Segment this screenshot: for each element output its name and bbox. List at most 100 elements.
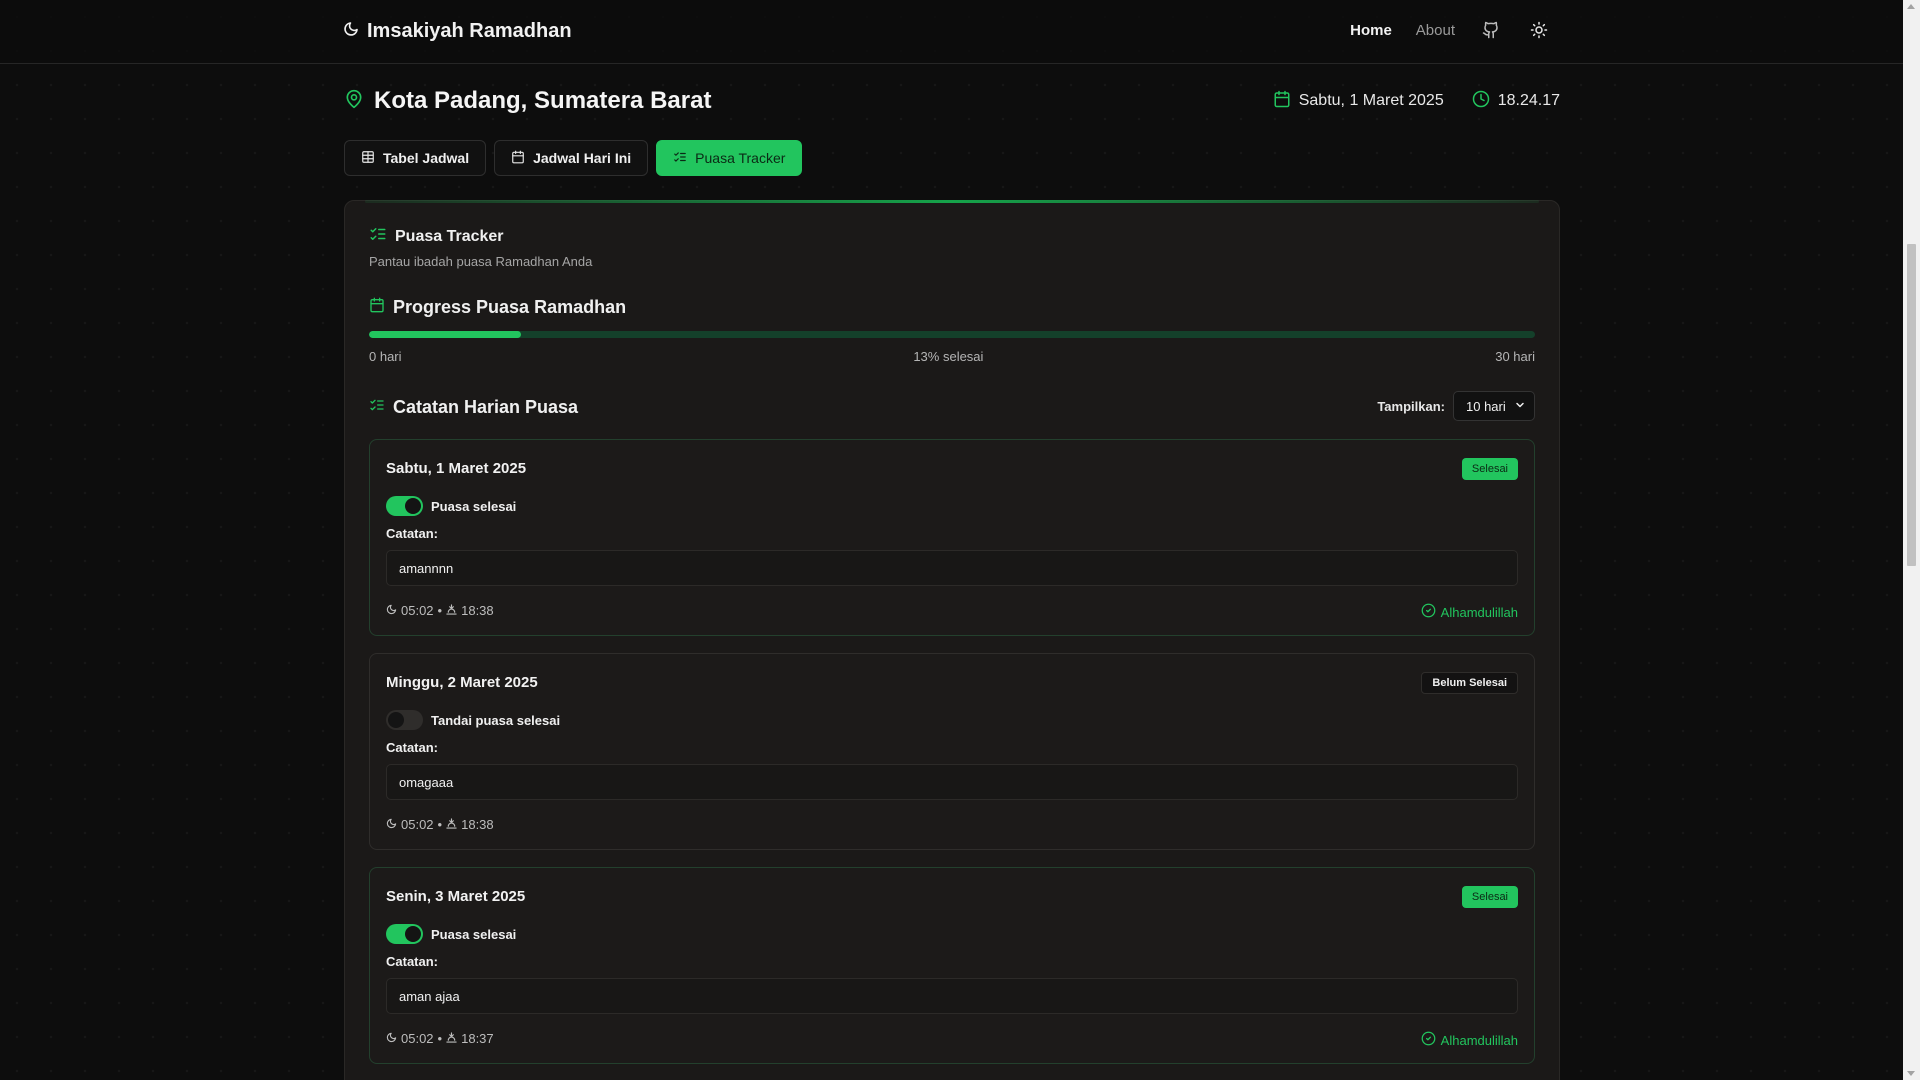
notes-input[interactable] (386, 550, 1518, 586)
calendar-icon (369, 297, 385, 318)
progress-header: Progress Puasa Ramadhan (369, 297, 626, 318)
fasting-toggle-row[interactable]: Puasa selesai (386, 924, 516, 944)
sunset-icon (446, 603, 457, 618)
scroll-up-arrow-icon[interactable] (1907, 4, 1915, 9)
sun-icon[interactable] (1527, 18, 1551, 42)
location-row: Kota Padang, Sumatera Barat Sabtu, 1 Mar… (344, 86, 1560, 116)
alhamdulillah-label: Alhamdulillah (1440, 604, 1518, 620)
show-days-control: Tampilkan: 10 hari (1377, 391, 1535, 421)
daily-entry-card: Senin, 3 Maret 2025 Selesai Puasa selesa… (369, 867, 1535, 1064)
github-icon[interactable] (1479, 18, 1503, 42)
notes-label: Catatan: (386, 740, 439, 755)
separator: • (437, 603, 443, 618)
separator: • (437, 1031, 443, 1046)
moon-icon (386, 817, 397, 832)
progress-labels: 0 hari 13% selesai 30 hari (369, 349, 1535, 364)
moon-icon (386, 1031, 397, 1046)
imsak-time: 05:02 (401, 817, 434, 832)
brand[interactable]: Imsakiyah Ramadhan (343, 20, 572, 43)
daily-log-header: Catatan Harian Puasa (369, 397, 578, 418)
maghrib-time: 18:37 (461, 1031, 494, 1046)
location: Kota Padang, Sumatera Barat (344, 87, 711, 115)
view-tabs: Tabel Jadwal Jadwal Hari Ini Puasa Track… (344, 140, 803, 176)
map-pin-icon (344, 89, 364, 114)
list-checks-icon (369, 225, 387, 248)
moon-icon (343, 21, 359, 42)
progress-bar-fill (369, 331, 521, 338)
status-badge: Selesai (1461, 458, 1518, 480)
top-navbar: Imsakiyah Ramadhan Home About (0, 0, 1903, 64)
entry-date: Minggu, 2 Maret 2025 (386, 674, 538, 691)
tab-label: Jadwal Hari Ini (533, 150, 632, 166)
progress-start-label: 0 hari (369, 349, 402, 364)
fasting-toggle[interactable] (386, 710, 423, 730)
progress-title: Progress Puasa Ramadhan (393, 297, 627, 317)
current-date: Sabtu, 1 Maret 2025 (1298, 92, 1444, 109)
entry-date: Sabtu, 1 Maret 2025 (386, 460, 527, 477)
notes-label: Catatan: (386, 954, 439, 969)
check-circle-icon (1421, 603, 1436, 621)
tracker-title: Puasa Tracker (395, 227, 504, 245)
tab-tabel-jadwal[interactable]: Tabel Jadwal (344, 140, 487, 176)
list-checks-icon (369, 397, 385, 418)
notes-label: Catatan: (386, 526, 439, 541)
daily-log-title: Catatan Harian Puasa (393, 397, 579, 417)
fasting-toggle-row[interactable]: Puasa selesai (386, 496, 516, 516)
chevron-down-icon (1514, 399, 1526, 414)
sunset-icon (446, 817, 457, 832)
scroll-down-arrow-icon[interactable] (1907, 1071, 1915, 1076)
tracker-card: Puasa Tracker Pantau ibadah puasa Ramadh… (344, 200, 1560, 1080)
toggle-label: Tandai puasa selesai (431, 712, 561, 728)
status-badge: Belum Selesai (1421, 672, 1518, 694)
progress-percent-label: 13% selesai (913, 349, 984, 364)
calendar-icon (1273, 90, 1291, 113)
entry-date: Senin, 3 Maret 2025 (386, 888, 526, 905)
tab-label: Puasa Tracker (695, 150, 786, 166)
status-badge: Selesai (1461, 886, 1518, 908)
entry-times: 05:02 • 18:38 (386, 603, 494, 618)
maghrib-time: 18:38 (461, 817, 494, 832)
card-accent-line (365, 200, 1539, 203)
page-scrollbar[interactable] (1903, 0, 1920, 1080)
tracker-subtitle: Pantau ibadah puasa Ramadhan Anda (369, 254, 593, 269)
tab-label: Tabel Jadwal (383, 150, 470, 166)
daily-entry-card: Sabtu, 1 Maret 2025 Selesai Puasa selesa… (369, 439, 1535, 636)
separator: • (437, 817, 443, 832)
tracker-header: Puasa Tracker (369, 225, 504, 248)
fasting-toggle[interactable] (386, 924, 423, 944)
show-days-select[interactable]: 10 hari (1453, 391, 1535, 421)
fasting-toggle[interactable] (386, 496, 423, 516)
scrollbar-thumb[interactable] (1907, 244, 1916, 566)
maghrib-time: 18:38 (461, 603, 494, 618)
progress-bar (369, 331, 1535, 338)
app-title: Imsakiyah Ramadhan (367, 20, 572, 42)
calendar-icon (511, 150, 525, 167)
imsak-time: 05:02 (401, 1031, 434, 1046)
tab-puasa-tracker[interactable]: Puasa Tracker (656, 140, 803, 176)
nav-home-link[interactable]: Home (1350, 22, 1392, 39)
show-days-value: 10 hari (1466, 398, 1506, 414)
alhamdulillah-status: Alhamdulillah (1421, 1031, 1518, 1049)
fasting-toggle-row[interactable]: Tandai puasa selesai (386, 710, 560, 730)
toggle-label: Puasa selesai (431, 498, 517, 514)
notes-input[interactable] (386, 978, 1518, 1014)
date-time: Sabtu, 1 Maret 2025 18.24.17 (1273, 90, 1560, 113)
progress-end-label: 30 hari (1495, 349, 1535, 364)
table-icon (361, 150, 375, 167)
sunset-icon (446, 1031, 457, 1046)
imsak-time: 05:02 (401, 603, 434, 618)
clock-icon (1472, 90, 1490, 113)
entry-times: 05:02 • 18:37 (386, 1031, 494, 1046)
entry-times: 05:02 • 18:38 (386, 817, 494, 832)
current-time: 18.24.17 (1497, 92, 1560, 109)
nav-menu: Home About (1350, 18, 1551, 42)
list-checks-icon (673, 150, 687, 167)
daily-entry-card: Minggu, 2 Maret 2025 Belum Selesai Tanda… (369, 653, 1535, 850)
moon-icon (386, 603, 397, 618)
toggle-label: Puasa selesai (431, 926, 517, 942)
notes-input[interactable] (386, 764, 1518, 800)
tab-jadwal-hari-ini[interactable]: Jadwal Hari Ini (494, 140, 649, 176)
show-days-label: Tampilkan: (1377, 398, 1445, 414)
nav-about-link[interactable]: About (1416, 22, 1455, 39)
check-circle-icon (1421, 1031, 1436, 1049)
